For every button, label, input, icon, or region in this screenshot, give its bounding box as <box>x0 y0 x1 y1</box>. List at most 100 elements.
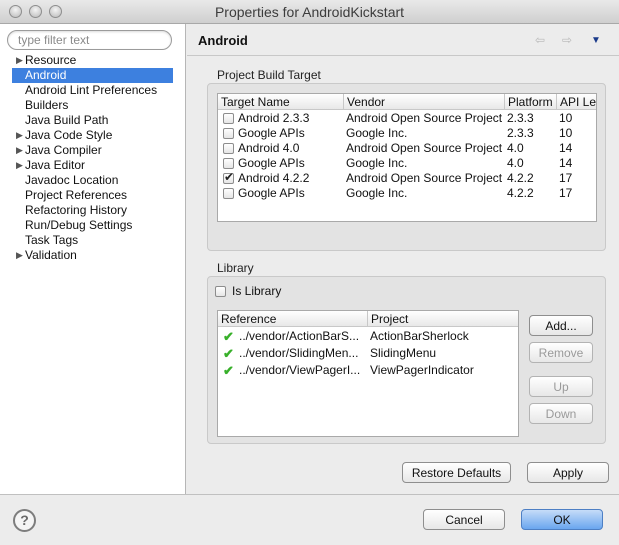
sidebar-item-java-build-path[interactable]: Java Build Path <box>0 113 185 128</box>
target-checkbox[interactable] <box>223 113 234 124</box>
is-library-checkbox[interactable] <box>215 286 226 297</box>
target-checkbox[interactable] <box>223 188 234 199</box>
library-ok-icon: ✔ <box>223 329 234 344</box>
cell-vendor: Google Inc. <box>346 156 408 170</box>
expand-triangle-icon[interactable]: ▶ <box>16 158 23 173</box>
cell-platform: 2.3.3 <box>507 126 534 140</box>
up-button[interactable]: Up <box>529 376 593 397</box>
cell-platform: 4.2.2 <box>507 186 534 200</box>
sidebar-item-javadoc-location[interactable]: Javadoc Location <box>0 173 185 188</box>
cell-reference: ../vendor/ViewPagerI... <box>239 363 361 377</box>
table-row[interactable]: Google APIs Google Inc. 2.3.3 10 <box>218 126 596 141</box>
view-menu-icon[interactable]: ▼ <box>591 35 601 46</box>
cell-name: Google APIs <box>238 126 305 140</box>
target-checkbox[interactable] <box>223 128 234 139</box>
expand-triangle-icon[interactable]: ▶ <box>16 143 23 158</box>
cell-name: Android 4.2.2 <box>238 171 310 185</box>
sidebar-item-label: Task Tags <box>25 233 79 247</box>
sidebar-item-label: Builders <box>25 98 69 112</box>
cell-name: Google APIs <box>238 156 305 170</box>
forward-arrow-icon[interactable]: ⇨ <box>562 33 572 47</box>
sidebar-item-project-references[interactable]: Project References <box>0 188 185 203</box>
restore-defaults-button[interactable]: Restore Defaults <box>402 462 511 483</box>
expand-triangle-icon[interactable]: ▶ <box>16 248 23 263</box>
sidebar-item-java-compiler[interactable]: ▶ Java Compiler <box>0 143 185 158</box>
cell-api: 17 <box>559 171 573 185</box>
cell-project: SlidingMenu <box>370 346 437 360</box>
expand-triangle-icon[interactable]: ▶ <box>16 53 23 68</box>
table-row[interactable]: ✔ ../vendor/ActionBarS... ActionBarSherloc… <box>218 329 518 344</box>
cell-name: Android 2.3.3 <box>238 111 310 125</box>
table-row[interactable]: Google APIs Google Inc. 4.0 14 <box>218 156 596 171</box>
sidebar-item-label: Java Editor <box>25 158 86 172</box>
table-row[interactable]: Android 2.3.3 Android Open Source Project… <box>218 111 596 126</box>
cell-vendor: Android Open Source Project <box>346 141 503 155</box>
cell-platform: 2.3.3 <box>507 111 534 125</box>
column-target-name[interactable]: Target Name <box>218 94 344 110</box>
sidebar-item-validation[interactable]: ▶ Validation <box>0 248 185 263</box>
ok-button[interactable]: OK <box>521 509 603 530</box>
expand-triangle-icon[interactable]: ▶ <box>16 128 23 143</box>
target-checkbox[interactable] <box>223 170 234 184</box>
cell-api: 14 <box>559 141 573 155</box>
properties-page: Android ⇦ ⇨ ▼ Project Build Target Targe… <box>187 24 619 494</box>
build-target-label: Project Build Target <box>217 68 321 82</box>
column-platform[interactable]: Platform <box>505 94 557 110</box>
cell-api: 17 <box>559 186 573 200</box>
table-row[interactable]: Google APIs Google Inc. 4.2.2 17 <box>218 186 596 201</box>
sidebar-item-android-lint-preferences[interactable]: Android Lint Preferences <box>0 83 185 98</box>
sidebar-tree: ▶ Resource Android Android Lint Preferences… <box>0 53 185 263</box>
sidebar-item-label: Java Build Path <box>25 113 109 127</box>
down-button[interactable]: Down <box>529 403 593 424</box>
target-checkbox[interactable] <box>223 158 234 169</box>
sidebar-item-label: Java Compiler <box>25 143 102 157</box>
column-vendor[interactable]: Vendor <box>344 94 505 110</box>
help-icon[interactable]: ? <box>13 509 36 532</box>
library-label: Library <box>217 261 254 275</box>
cell-vendor: Android Open Source Project <box>346 111 503 125</box>
target-checkbox[interactable] <box>223 143 234 154</box>
cancel-button[interactable]: Cancel <box>423 509 505 530</box>
cell-platform: 4.2.2 <box>507 171 534 185</box>
sidebar-item-label: Refactoring History <box>25 203 128 217</box>
table-row[interactable]: Android 4.0 Android Open Source Project 4.… <box>218 141 596 156</box>
sidebar-item-label: Validation <box>25 248 77 262</box>
title-bar: Properties for AndroidKickstart <box>0 0 619 24</box>
remove-library-button[interactable]: Remove <box>529 342 593 363</box>
build-target-table: Target Name Vendor Platform API Le Andro… <box>217 93 597 222</box>
table-row[interactable]: ✔ ../vendor/SlidingMen... SlidingMenu <box>218 346 518 361</box>
sidebar-item-label: Resource <box>25 53 77 67</box>
page-title: Android <box>198 33 248 48</box>
column-api-level[interactable]: API Le <box>557 94 596 110</box>
sidebar-item-task-tags[interactable]: Task Tags <box>0 233 185 248</box>
table-row[interactable]: ✔ ../vendor/ViewPagerI... ViewPagerIndicat… <box>218 363 518 378</box>
library-header: Reference Project <box>218 311 518 327</box>
cell-platform: 4.0 <box>507 141 524 155</box>
back-arrow-icon[interactable]: ⇦ <box>535 33 545 47</box>
build-target-header: Target Name Vendor Platform API Le <box>218 94 596 110</box>
column-project[interactable]: Project <box>368 311 518 327</box>
sidebar-item-builders[interactable]: Builders <box>0 98 185 113</box>
cell-api: 10 <box>559 126 573 140</box>
column-reference[interactable]: Reference <box>218 311 368 327</box>
is-library-label: Is Library <box>232 284 282 298</box>
cell-vendor: Google Inc. <box>346 186 408 200</box>
cell-api: 10 <box>559 111 573 125</box>
apply-button[interactable]: Apply <box>527 462 609 483</box>
window-title: Properties for AndroidKickstart <box>214 4 405 20</box>
sidebar-item-refactoring-history[interactable]: Refactoring History <box>0 203 185 218</box>
sidebar-item-label: Run/Debug Settings <box>25 218 133 232</box>
sidebar-item-resource[interactable]: ▶ Resource <box>0 53 185 68</box>
table-row[interactable]: Android 4.2.2 Android Open Source Project… <box>218 170 596 186</box>
sidebar-item-java-code-style[interactable]: ▶ Java Code Style <box>0 128 185 143</box>
library-group: Is Library Reference Project ✔ ../vendor/… <box>207 276 606 444</box>
sidebar-item-label: Javadoc Location <box>25 173 119 187</box>
cell-project: ActionBarSherlock <box>370 329 469 343</box>
add-library-button[interactable]: Add... <box>529 315 593 336</box>
sidebar-item-android[interactable]: Android <box>12 68 173 83</box>
filter-input[interactable] <box>7 30 172 50</box>
cell-platform: 4.0 <box>507 156 524 170</box>
library-ok-icon: ✔ <box>223 346 234 361</box>
sidebar-item-run-debug-settings[interactable]: Run/Debug Settings <box>0 218 185 233</box>
sidebar-item-java-editor[interactable]: ▶ Java Editor <box>0 158 185 173</box>
